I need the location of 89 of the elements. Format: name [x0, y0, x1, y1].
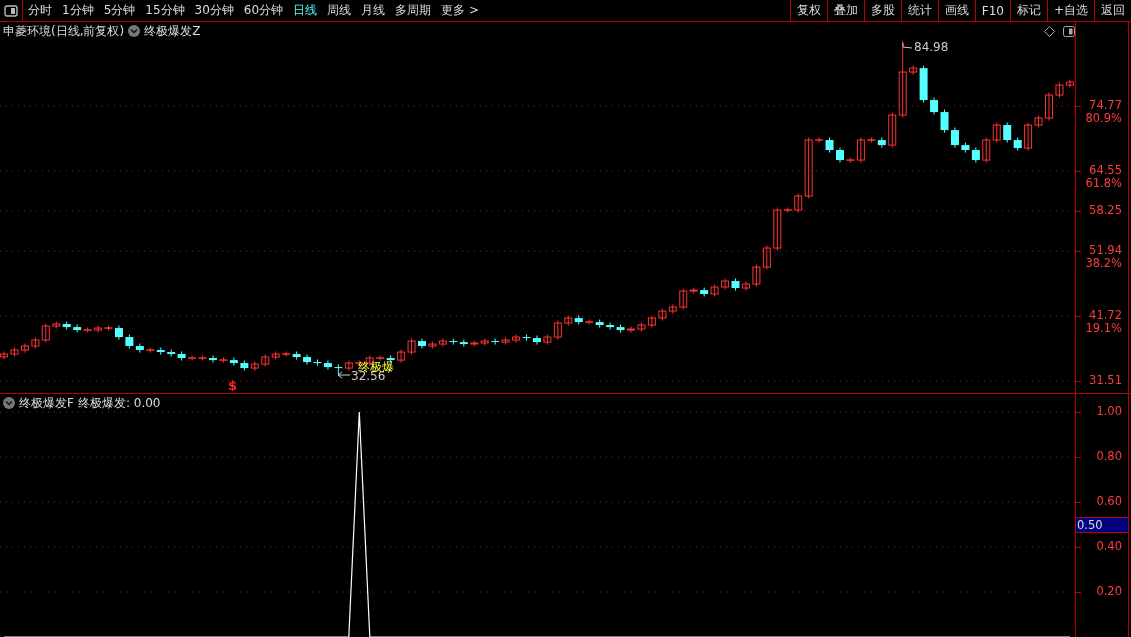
- candlestick: [344, 360, 353, 372]
- axis-label: 0.60: [1095, 495, 1123, 508]
- panel-toggle-icon[interactable]: [1063, 25, 1075, 37]
- candlestick: [303, 353, 312, 366]
- candlestick: [762, 245, 771, 271]
- candlestick: [773, 207, 782, 252]
- candlestick: [982, 137, 991, 164]
- candlestick: [397, 349, 406, 364]
- percent-label: 80.9%: [1084, 111, 1123, 125]
- toolbar-button[interactable]: 多股: [863, 0, 901, 21]
- percent-label: 38.2%: [1084, 257, 1123, 271]
- candlestick: [992, 122, 1001, 144]
- arrow-icon: [337, 371, 351, 379]
- period-tab[interactable]: 月线: [356, 0, 391, 21]
- period-tab[interactable]: 1分钟: [57, 0, 99, 21]
- candlestick: [1024, 122, 1033, 152]
- buy-mark: $: [228, 378, 238, 393]
- candlestick: [187, 354, 197, 362]
- indicator-name: 终极爆发F: [19, 394, 74, 412]
- candlestick: [438, 338, 447, 348]
- candlestick: [1065, 79, 1074, 89]
- price-axis-label: 51.94: [1088, 244, 1123, 258]
- candlestick: [209, 354, 217, 364]
- toolbar-button[interactable]: 统计: [900, 0, 938, 21]
- price-axis-label: 31.51: [1088, 374, 1123, 387]
- candlestick: [135, 342, 144, 354]
- period-tab[interactable]: 分时: [23, 0, 57, 21]
- toolbar-button[interactable]: 画线: [937, 0, 975, 21]
- candlestick: [1045, 92, 1053, 122]
- price-axis-label: 64.55: [1088, 163, 1123, 177]
- toolbar-button[interactable]: 标记: [1009, 0, 1047, 21]
- stock-title: 申菱环境(日线,前复权): [3, 22, 125, 40]
- candlestick: [20, 342, 29, 354]
- period-tab[interactable]: 多周期: [390, 0, 437, 21]
- dropdown-icon[interactable]: [3, 397, 15, 409]
- candlestick: [1003, 122, 1012, 144]
- candlestick: [898, 40, 907, 119]
- axis-label: 0.80: [1095, 450, 1123, 463]
- price-axis-label: 58.25: [1088, 204, 1123, 217]
- candlestick: [627, 326, 635, 334]
- candlestick: [313, 359, 322, 367]
- candlestick: [0, 350, 8, 360]
- candlestick: [229, 357, 238, 367]
- toolbar-button[interactable]: +自选: [1046, 0, 1094, 21]
- toolbar-button[interactable]: F10: [974, 0, 1010, 21]
- period-tab[interactable]: 60分钟: [238, 0, 289, 21]
- price-axis-label: 41.72: [1088, 309, 1123, 323]
- percent-label: 19.1%: [1084, 322, 1123, 336]
- period-tab[interactable]: 5分钟: [98, 0, 141, 21]
- toolbar-button[interactable]: 叠加: [826, 0, 864, 21]
- candlestick: [888, 112, 897, 149]
- candlestick: [512, 334, 521, 344]
- percent-label: 61.8%: [1084, 176, 1123, 190]
- period-tab[interactable]: 日线: [288, 0, 323, 21]
- period-tab[interactable]: 15分钟: [140, 0, 190, 21]
- period-tab[interactable]: 30分钟: [189, 0, 239, 21]
- toolbar-button[interactable]: 复权: [789, 0, 827, 21]
- candlestick: [679, 287, 688, 311]
- candlestick: [950, 127, 959, 149]
- price-label: 84.98: [914, 40, 949, 54]
- candlestick: [741, 281, 750, 292]
- candlestick: [41, 323, 50, 344]
- candlestick: [532, 335, 541, 346]
- candlestick: [721, 278, 730, 291]
- diamond-icon[interactable]: [1044, 25, 1055, 37]
- candlestick: [752, 264, 761, 288]
- candlestick: [323, 360, 332, 371]
- cursor-value: 0.50: [1076, 516, 1128, 533]
- period-tab[interactable]: 更多 >: [436, 0, 484, 21]
- dropdown-icon[interactable]: [128, 25, 141, 37]
- candlestick: [606, 322, 615, 331]
- candlestick: [804, 137, 813, 200]
- toolbar-button[interactable]: 返回: [1094, 0, 1131, 21]
- axis-label: 0.20: [1095, 585, 1123, 598]
- candlestick: [856, 137, 865, 164]
- period-tab[interactable]: 周线: [322, 0, 357, 21]
- leader-line: [902, 42, 913, 49]
- indicator-name: 终极爆发Z: [144, 22, 201, 40]
- candlestick: [94, 324, 103, 334]
- axis-label: 1.00: [1095, 405, 1123, 418]
- price-axis-label: 74.77: [1088, 98, 1123, 112]
- candlestick: [814, 137, 824, 144]
- candlestick: [647, 315, 656, 329]
- candlestick: [940, 109, 949, 134]
- candlestick: [553, 320, 562, 341]
- candlestick: [418, 338, 426, 350]
- indicator-reading: 终极爆发: 0.00: [77, 394, 161, 412]
- candlestick: [794, 193, 803, 214]
- axis-label: 0.40: [1095, 540, 1123, 553]
